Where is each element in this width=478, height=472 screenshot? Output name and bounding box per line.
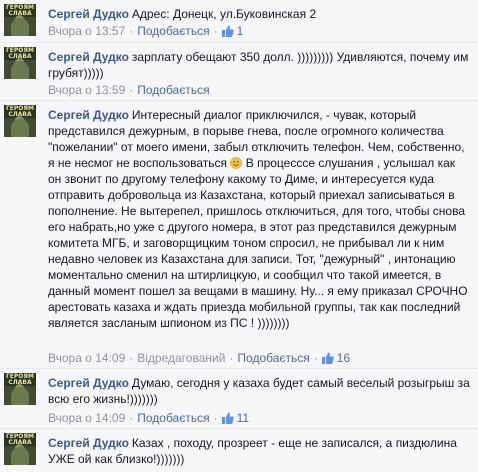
like-button[interactable]: Подобається [237, 351, 309, 365]
avatar-logo-text: ГЕРОЯМ СЛАВА [5, 373, 34, 386]
comment-meta: Вчора о 13:57 · Подобається · 1 [48, 24, 243, 38]
meta-separator: · [213, 24, 218, 38]
comment-body: Сергей Дудко Интересный диалог приключилс… [48, 107, 470, 331]
avatar[interactable]: ГЕРОЯМ СЛАВА [4, 105, 36, 137]
thumbs-up-icon[interactable] [221, 412, 234, 424]
comment-meta: Вчора о 14:09 · Відредагований · Подобається… [48, 351, 350, 365]
thumbs-up-icon[interactable] [321, 352, 334, 364]
meta-separator: · [129, 411, 134, 425]
comment-author[interactable]: Сергей Дудко [48, 50, 129, 64]
comment: ГЕРОЯМ СЛАВА Сергей Дудко Интересный диал… [0, 100, 478, 369]
comment-timestamp[interactable]: Вчора о 13:57 [48, 24, 125, 38]
comment-timestamp[interactable]: Вчора о 14:09 [48, 411, 125, 425]
comment: ГЕРОЯМ СЛАВА Сергей Дудко Казах , походу,… [0, 428, 478, 472]
avatar[interactable]: ГЕРОЯМ СЛАВА [4, 373, 36, 405]
comment-body: Сергей Дудко Адрес: Донецк, ул.Буковинска… [48, 6, 470, 22]
meta-separator: · [229, 351, 234, 365]
thumbs-up-icon[interactable] [221, 25, 234, 37]
comment-author[interactable]: Сергей Дудко [48, 376, 129, 390]
meta-separator: · [313, 351, 318, 365]
comment-body: Сергей Дудко зарплату обещают 350 долл. )… [48, 49, 470, 81]
comment-author[interactable]: Сергей Дудко [48, 436, 129, 450]
comment-body: Сергей Дудко Казах , походу, прозреет - е… [48, 435, 470, 467]
like-count[interactable]: 11 [237, 411, 249, 425]
avatar-logo-text: ГЕРОЯМ СЛАВА [5, 4, 34, 17]
comment-timestamp[interactable]: Вчора о 13:59 [48, 83, 125, 97]
comment-timestamp[interactable]: Вчора о 14:09 [48, 351, 125, 365]
meta-separator: · [213, 411, 218, 425]
comment-meta: Вчора о 13:59 · Подобається [48, 83, 210, 97]
meta-separator: · [129, 24, 134, 38]
avatar-logo-text: ГЕРОЯМ СЛАВА [5, 47, 34, 60]
avatar[interactable]: ГЕРОЯМ СЛАВА [4, 433, 36, 465]
comment: ГЕРОЯМ СЛАВА Сергей Дудко Адрес: Донецк, … [0, 0, 478, 42]
comment-author[interactable]: Сергей Дудко [48, 108, 129, 122]
comment-body: Сергей Дудко Думаю, сегодня у казаха буде… [48, 375, 470, 407]
like-button[interactable]: Подобається [137, 411, 209, 425]
comment-text: Адрес: Донецк, ул.Буковинская 2 [131, 7, 317, 21]
avatar-logo-text: ГЕРОЯМ СЛАВА [5, 433, 34, 446]
avatar-logo-text: ГЕРОЯМ СЛАВА [5, 105, 34, 118]
comment: ГЕРОЯМ СЛАВА Сергей Дудко Думаю, сегодня … [0, 368, 478, 429]
like-count[interactable]: 1 [237, 24, 244, 38]
smiley-icon [230, 157, 243, 169]
comment-thread: ГЕРОЯМ СЛАВА Сергей Дудко Адрес: Донецк, … [0, 0, 478, 472]
like-button[interactable]: Подобається [137, 24, 209, 38]
avatar[interactable]: ГЕРОЯМ СЛАВА [4, 4, 36, 36]
meta-separator: · [129, 351, 134, 365]
like-count[interactable]: 16 [337, 351, 350, 365]
comment-meta: Вчора о 14:09 · Подобається · 11 [48, 411, 249, 425]
comment-author[interactable]: Сергей Дудко [48, 7, 129, 21]
edited-label[interactable]: Відредагований [137, 351, 225, 365]
like-button[interactable]: Подобається [137, 83, 209, 97]
comment: ГЕРОЯМ СЛАВА Сергей Дудко зарплату обещаю… [0, 42, 478, 101]
comment-text-continued: В процесссе слушания , услышал как он зв… [48, 156, 468, 330]
avatar[interactable]: ГЕРОЯМ СЛАВА [4, 47, 36, 79]
meta-separator: · [129, 83, 134, 97]
